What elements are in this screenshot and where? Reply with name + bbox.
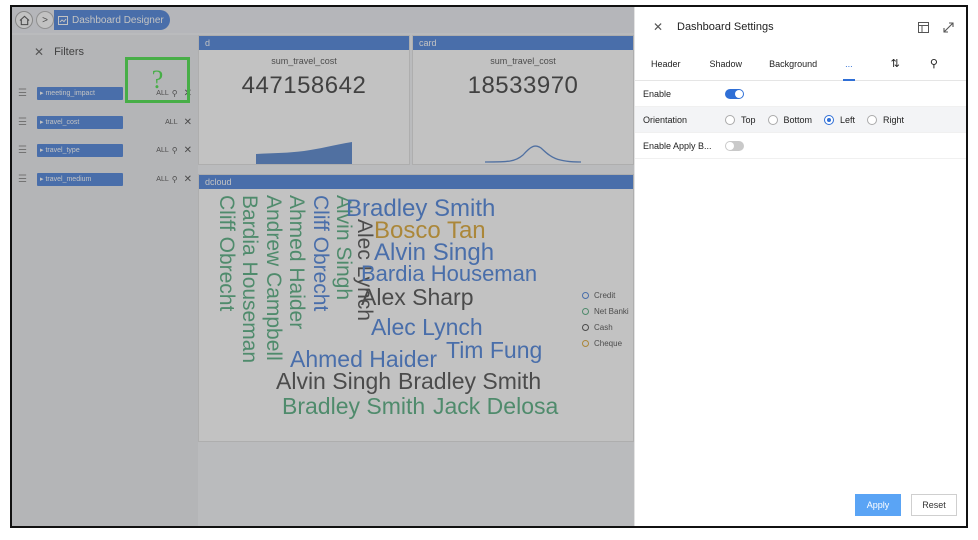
filter-value: ALL (156, 146, 169, 154)
wordcloud-word: Alex Sharp (361, 284, 474, 310)
apply-button[interactable]: Apply (855, 494, 901, 516)
dashboard-settings-panel: ✕ Dashboard Settings Header Shadow Backg… (634, 7, 966, 526)
area-sparkline (256, 142, 352, 164)
legend-item[interactable]: Net Banki (582, 303, 629, 319)
enable-apply-toggle[interactable] (725, 140, 744, 151)
filter-row[interactable]: ☰ ▸ travel_cost ALL ✕ (18, 112, 194, 132)
filter-chip[interactable]: ▸ travel_medium (37, 172, 123, 186)
wordcloud-word: Bardia Houseman (238, 195, 261, 364)
tab-background[interactable]: Background (769, 47, 817, 81)
card-widget-title: d (199, 36, 409, 50)
wordcloud-title: dcloud (199, 175, 633, 189)
home-icon (19, 15, 29, 25)
search-icon[interactable]: ⚲ (930, 47, 938, 81)
setting-orientation: Orientation Top Bottom Left Right (635, 107, 966, 133)
filter-chip[interactable]: ▸ travel_cost (37, 115, 123, 129)
radio-right[interactable]: Right (867, 114, 904, 125)
layout-icon[interactable] (918, 21, 929, 33)
breadcrumb-current[interactable]: Dashboard Designer (54, 10, 170, 30)
home-button[interactable] (15, 11, 33, 29)
wordcloud-word: Jack Delosa (433, 393, 559, 419)
card-metric-label: sum_travel_cost (271, 56, 337, 66)
line-sparkline (484, 145, 582, 163)
wordcloud-word: Cliff Obrecht (215, 195, 238, 312)
wordcloud-word: Alec Lynch (371, 314, 483, 340)
wordcloud-word: Bardia Houseman (361, 261, 538, 286)
wordcloud-word: Bradley Smith (398, 368, 542, 394)
wordcloud-word: Bradley Smith (282, 393, 426, 419)
setting-enable-apply: Enable Apply B... (635, 133, 966, 159)
wordcloud-word: Andrew Campbell (262, 195, 285, 361)
breadcrumb-arrow[interactable]: > (36, 11, 54, 29)
setting-enable: Enable (635, 81, 966, 107)
card-metric-label: sum_travel_cost (490, 56, 556, 66)
legend-item[interactable]: Cheque (582, 335, 629, 351)
question-icon: ? (151, 65, 164, 94)
card-metric-value: 447158642 (241, 72, 367, 99)
settings-header: ✕ Dashboard Settings (635, 7, 966, 47)
filter-chip[interactable]: ▸ meeting_impact (37, 86, 123, 100)
breadcrumb-label: Dashboard Designer (72, 14, 164, 26)
reset-button[interactable]: Reset (911, 494, 957, 516)
tab-header[interactable]: Header (651, 47, 681, 81)
wordcloud-word: Tim Fung (446, 337, 543, 363)
tab-more[interactable]: ... (843, 47, 855, 81)
remove-filter-icon[interactable]: ✕ (184, 117, 192, 128)
card-widget-1[interactable]: d sum_travel_cost 447158642 (198, 35, 410, 165)
radio-left[interactable]: Left (824, 114, 855, 125)
card-metric-value: 18533970 (467, 72, 579, 99)
filter-value: ALL (165, 118, 178, 126)
setting-label: Orientation (643, 114, 688, 125)
filter-row[interactable]: ☰ ▸ travel_medium ALL ⚲ ✕ (18, 169, 194, 189)
search-icon[interactable]: ⚲ (172, 175, 178, 184)
card-widget-title: card (413, 36, 633, 50)
designer-topbar: > Dashboard Designer (12, 7, 634, 33)
close-icon[interactable]: ✕ (34, 45, 44, 59)
filter-row[interactable]: ☰ ▸ travel_type ALL ⚲ ✕ (18, 140, 194, 160)
filter-chip[interactable]: ▸ travel_type (37, 143, 123, 157)
legend-item[interactable]: Credit (582, 287, 629, 303)
tab-shadow[interactable]: Shadow (710, 47, 743, 81)
card-widget-2[interactable]: card sum_travel_cost 18533970 (412, 35, 634, 165)
filters-title: Filters (54, 46, 85, 58)
drag-handle-icon[interactable]: ☰ (18, 88, 28, 99)
dashboard-canvas: > Dashboard Designer d sum_travel_cost 4… (12, 7, 634, 526)
settings-tabs: Header Shadow Background ... ⇅ ⚲ (635, 47, 966, 81)
drag-handle-icon[interactable]: ☰ (18, 117, 28, 128)
app-window: > Dashboard Designer d sum_travel_cost 4… (10, 5, 968, 528)
sort-icon[interactable]: ⇅ (891, 47, 900, 81)
wordcloud-word: Cliff Obrecht (309, 195, 332, 312)
wordcloud-word: Alvin Singh (276, 368, 392, 394)
legend-item[interactable]: Cash (582, 319, 629, 335)
drag-handle-icon[interactable]: ☰ (18, 174, 28, 185)
wordcloud-word: Ahmed Haider (285, 195, 308, 330)
help-highlight[interactable]: ? (125, 57, 190, 103)
radio-bottom[interactable]: Bottom (767, 114, 812, 125)
setting-label: Enable (643, 88, 672, 99)
radio-top[interactable]: Top (725, 114, 756, 125)
drag-handle-icon[interactable]: ☰ (18, 145, 28, 156)
expand-icon[interactable] (943, 21, 954, 33)
settings-title: Dashboard Settings (677, 21, 774, 33)
close-icon[interactable]: ✕ (653, 21, 663, 33)
wordcloud-legend: Credit Net Banki Cash Cheque (582, 287, 629, 351)
filter-value: ALL (156, 175, 169, 183)
dashboard-icon (58, 15, 68, 25)
setting-label: Enable Apply B... (643, 140, 712, 151)
remove-filter-icon[interactable]: ✕ (184, 145, 192, 156)
enable-toggle[interactable] (725, 88, 744, 99)
filters-panel: ✕ Filters ☰ ▸ meeting_impact ALL ⚲ ✕ ☰ ▸… (12, 35, 198, 526)
search-icon[interactable]: ⚲ (172, 146, 178, 155)
remove-filter-icon[interactable]: ✕ (184, 174, 192, 185)
